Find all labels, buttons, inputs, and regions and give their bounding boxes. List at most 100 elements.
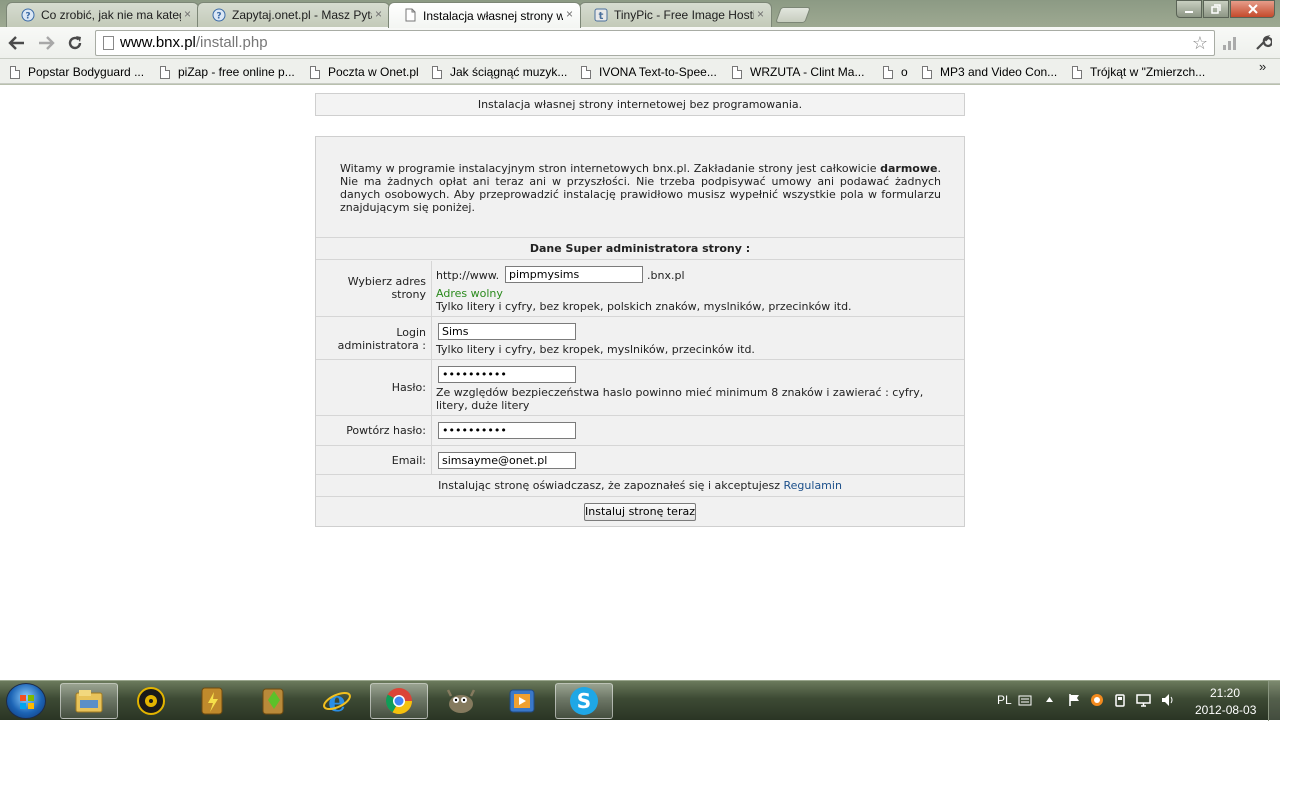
bookmark-item[interactable]: Trójkąt w "Zmierzch...: [1072, 63, 1205, 81]
svg-text:t: t: [599, 11, 604, 22]
bookmark-item[interactable]: Popstar Bodyguard ...: [10, 63, 144, 81]
tinypic-icon: t: [594, 8, 608, 22]
close-icon[interactable]: ×: [375, 7, 382, 21]
new-tab-button[interactable]: [775, 7, 811, 23]
page-header: Instalacja własnej strony internetowej b…: [315, 93, 965, 116]
bookmarks-overflow-button[interactable]: »: [1259, 59, 1266, 74]
language-indicator[interactable]: PL: [997, 693, 1012, 707]
arrow-right-icon: [39, 36, 55, 50]
page-icon: [103, 36, 114, 50]
page-icon: [403, 8, 417, 22]
password-row: Hasło: Ze względów bezpieczeństwa haslo …: [316, 360, 964, 416]
password-label: Hasło:: [316, 360, 432, 415]
close-icon[interactable]: ×: [566, 7, 573, 21]
tab-title: Co zrobić, jak nie ma kateg: [41, 8, 181, 22]
bookmark-item[interactable]: Poczta w Onet.pl: [310, 63, 419, 81]
svg-text:e: e: [328, 686, 346, 716]
taskbar-winamp[interactable]: [184, 683, 242, 719]
page-icon: [732, 65, 742, 79]
skype-icon: S: [570, 687, 598, 715]
start-button[interactable]: [6, 683, 46, 719]
restore-icon: [1211, 4, 1221, 14]
password-repeat-row: Powtórz hasło:: [316, 416, 964, 446]
close-icon[interactable]: ×: [184, 7, 191, 21]
taskbar-movie-maker[interactable]: [493, 683, 551, 719]
clock-date[interactable]: 2012-08-03: [1195, 703, 1256, 717]
url-path: /install.php: [195, 34, 268, 51]
maximize-button[interactable]: [1203, 0, 1229, 18]
sims-game-icon: [262, 688, 284, 715]
bookmark-item[interactable]: Jak ściągnąć muzyk...: [432, 63, 567, 81]
page-icon: [922, 65, 932, 79]
bookmark-label: WRZUTA - Clint Ma...: [750, 65, 865, 79]
bookmark-item[interactable]: IVONA Text-to-Spee...: [581, 63, 717, 81]
bookmark-item[interactable]: MP3 and Video Con...: [922, 63, 1057, 81]
back-button[interactable]: [5, 31, 29, 55]
device-icon[interactable]: [1113, 693, 1127, 707]
email-label: Email:: [316, 446, 432, 474]
svg-text:?: ?: [216, 12, 221, 22]
browser-toolbar: www.bnx.pl/install.php ☆: [0, 27, 1280, 59]
chevron-up-icon[interactable]: [1045, 696, 1054, 703]
show-desktop-button[interactable]: [1268, 681, 1280, 721]
forward-button[interactable]: [34, 31, 58, 55]
address-hint: Tylko litery i cyfry, bez kropek, polski…: [436, 300, 852, 313]
reload-button[interactable]: [63, 31, 87, 55]
close-window-button[interactable]: [1230, 0, 1275, 18]
taskbar-skype[interactable]: S: [555, 683, 613, 719]
minimize-button[interactable]: [1176, 0, 1202, 18]
keyboard-icon[interactable]: [1018, 693, 1032, 706]
taskbar-gimp[interactable]: [432, 683, 490, 719]
terms-link[interactable]: Regulamin: [784, 479, 842, 492]
terms-row: Instalując stronę oświadczasz, że zapozn…: [316, 475, 964, 497]
flag-icon[interactable]: [1067, 693, 1081, 707]
tab-co-zrobic[interactable]: ? Co zrobić, jak nie ma kateg ×: [6, 2, 199, 27]
star-icon[interactable]: ☆: [1192, 31, 1208, 55]
subdomain-input[interactable]: [505, 266, 643, 283]
terms-text: Instalując stronę oświadczasz, że zapozn…: [438, 479, 784, 492]
page-icon: [310, 65, 320, 79]
close-icon[interactable]: ×: [757, 7, 764, 21]
intro-text: Witamy w programie instalacyjnym stron i…: [340, 162, 941, 214]
gimp-icon: [446, 689, 476, 713]
login-hint: Tylko litery i cyfry, bez kropek, myslni…: [436, 343, 755, 356]
address-bar[interactable]: www.bnx.pl/install.php ☆: [95, 30, 1215, 56]
password-hint: Ze względów bezpieczeństwa haslo powinno…: [436, 386, 924, 412]
antivirus-icon[interactable]: [1090, 693, 1104, 707]
email-input[interactable]: [438, 452, 576, 469]
volume-icon[interactable]: [1161, 693, 1175, 707]
winamp-icon: [201, 687, 223, 715]
taskbar-media-player[interactable]: [122, 683, 180, 719]
taskbar-explorer[interactable]: [60, 683, 118, 719]
tab-instalacja[interactable]: Instalacja własnej strony w ×: [388, 2, 581, 28]
browser-chrome: ? Co zrobić, jak nie ma kateg × ? Zapyta…: [0, 0, 1280, 85]
bookmark-item[interactable]: WRZUTA - Clint Ma...: [732, 63, 864, 81]
address-prefix: http://www.: [436, 269, 500, 282]
tab-title: Zapytaj.onet.pl - Masz Pyta: [232, 8, 372, 22]
clock-time[interactable]: 21:20: [1210, 686, 1240, 700]
tab-zapytaj[interactable]: ? Zapytaj.onet.pl - Masz Pyta ×: [197, 2, 390, 27]
taskbar-sims-game[interactable]: [245, 683, 303, 719]
password-repeat-input[interactable]: [438, 422, 576, 439]
bookmark-item[interactable]: piZap - free online p...: [160, 63, 295, 81]
email-row: Email:: [316, 446, 964, 475]
explorer-icon: [75, 690, 103, 713]
network-icon[interactable]: [1136, 693, 1151, 707]
system-tray: PL 21:20 2012-08-03: [990, 681, 1280, 721]
page-icon: [883, 65, 893, 79]
taskbar-chrome[interactable]: [370, 683, 428, 719]
password-input[interactable]: [438, 366, 576, 383]
bookmark-item[interactable]: o: [883, 63, 908, 81]
bookmark-label: o: [901, 65, 908, 79]
login-input[interactable]: [438, 323, 576, 340]
url-host: www.bnx.pl: [120, 34, 196, 51]
taskbar-internet-explorer[interactable]: e: [308, 683, 366, 719]
password-repeat-label: Powtórz hasło:: [316, 416, 432, 445]
tab-tinypic[interactable]: t TinyPic - Free Image Hosti ×: [579, 2, 772, 27]
bookmark-label: IVONA Text-to-Spee...: [599, 65, 717, 79]
section-title: Dane Super administratora strony :: [316, 237, 964, 260]
install-button[interactable]: Instaluj stronę teraz: [584, 503, 696, 521]
arrow-left-icon: [8, 36, 24, 50]
bars-icon[interactable]: [1222, 35, 1238, 51]
wrench-icon[interactable]: [1254, 34, 1272, 52]
